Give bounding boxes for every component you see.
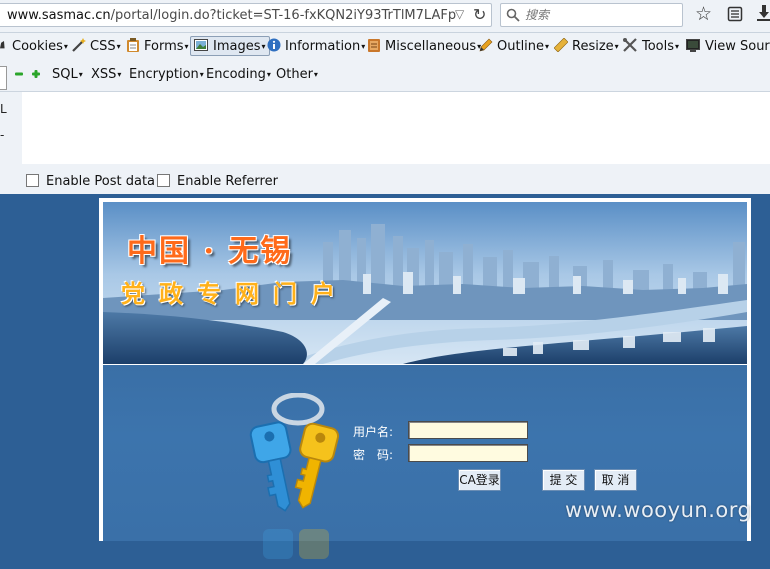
decrease-button[interactable] (14, 68, 24, 83)
enable-post-checkbox[interactable]: Enable Post data (26, 174, 155, 189)
enable-referrer-checkbox[interactable]: Enable Referrer (157, 174, 278, 189)
tools-icon (623, 38, 637, 52)
password-input[interactable] (408, 444, 528, 462)
forms-menu[interactable]: Forms▾ (126, 38, 189, 54)
xss-menu[interactable]: XSS▾ (91, 67, 121, 82)
cookies-menu[interactable]: Cookies▾ (0, 38, 68, 54)
hackbar-panel: L - Enable Post data Enable Referrer (0, 92, 770, 194)
ruler-icon (554, 38, 568, 52)
cancel-button[interactable]: 取 消 (594, 469, 637, 491)
password-label: 密 码: (353, 448, 394, 462)
url-dropdown-icon[interactable]: ▽ (455, 7, 464, 21)
clipboard-icon (127, 38, 139, 52)
url-path: /portal/login.do?ticket=ST-16-fxKQN2iY93… (110, 8, 457, 23)
css-menu[interactable]: CSS▾ (72, 38, 121, 54)
plus-icon (32, 70, 40, 78)
encoding-menu[interactable]: Encoding▾ (206, 67, 271, 82)
hackbar-toolbar: SQL▾ XSS▾ Encryption▾ Encoding▾ Other▾ (0, 62, 770, 92)
banner-title-city: 中国 · 无锡 (127, 234, 293, 269)
pencil-icon (479, 38, 493, 52)
portal-banner: 中国 · 无锡 党政专网门户 (103, 202, 747, 364)
info-icon (267, 38, 281, 52)
search-icon (506, 8, 520, 22)
monitor-icon (686, 39, 700, 52)
url-host: www.sasmac.cn (7, 8, 111, 23)
address-bar-row: www.sasmac.cn/portal/login.do?ticket=ST-… (0, 0, 770, 33)
cookies-icon (0, 41, 5, 49)
image-icon (194, 39, 208, 51)
hackbar-url-textarea[interactable] (22, 92, 770, 164)
outline-menu[interactable]: Outline▾ (479, 38, 549, 54)
other-menu[interactable]: Other▾ (276, 67, 318, 82)
hackbar-side-marks: L - (0, 102, 7, 142)
download-icon[interactable] (756, 4, 770, 22)
url-text[interactable]: www.sasmac.cn/portal/login.do?ticket=ST-… (7, 8, 456, 23)
notebook-icon (368, 39, 380, 52)
sql-menu[interactable]: SQL▾ (52, 67, 83, 82)
reload-icon[interactable]: ↻ (473, 5, 486, 24)
username-label: 用户名: (353, 425, 394, 439)
images-menu[interactable]: Images▾ (190, 36, 270, 56)
watermark: www.wooyun.org (565, 498, 752, 522)
search-bar[interactable] (500, 3, 683, 27)
banner-title-portal: 党政专网门户 (121, 279, 349, 308)
keys-icon (249, 393, 340, 559)
url-bar[interactable]: www.sasmac.cn/portal/login.do?ticket=ST-… (0, 3, 492, 27)
username-input[interactable] (408, 421, 528, 439)
hackbar-load-button[interactable] (0, 66, 7, 90)
webdev-toolbar: Cookies▾ CSS▾ Forms▾ Images▾ Information… (0, 33, 770, 62)
checkbox-box[interactable] (157, 174, 170, 187)
checkbox-box[interactable] (26, 174, 39, 187)
information-menu[interactable]: Information▾ (267, 38, 365, 54)
encryption-menu[interactable]: Encryption▾ (129, 67, 204, 82)
bookmark-star-icon[interactable]: ☆ (695, 3, 712, 25)
minus-icon (15, 72, 23, 76)
view-source-menu[interactable]: View Source (685, 38, 770, 54)
miscellaneous-menu[interactable]: Miscellaneous▾ (367, 38, 481, 54)
reading-list-icon[interactable] (727, 6, 743, 22)
ca-login-button[interactable]: CA登录 (458, 469, 501, 491)
search-input[interactable] (525, 6, 675, 24)
wand-icon (72, 38, 86, 52)
tools-menu[interactable]: Tools▾ (622, 38, 679, 54)
submit-button[interactable]: 提 交 (542, 469, 585, 491)
increase-button[interactable] (31, 68, 41, 83)
resize-menu[interactable]: Resize▾ (554, 38, 619, 54)
